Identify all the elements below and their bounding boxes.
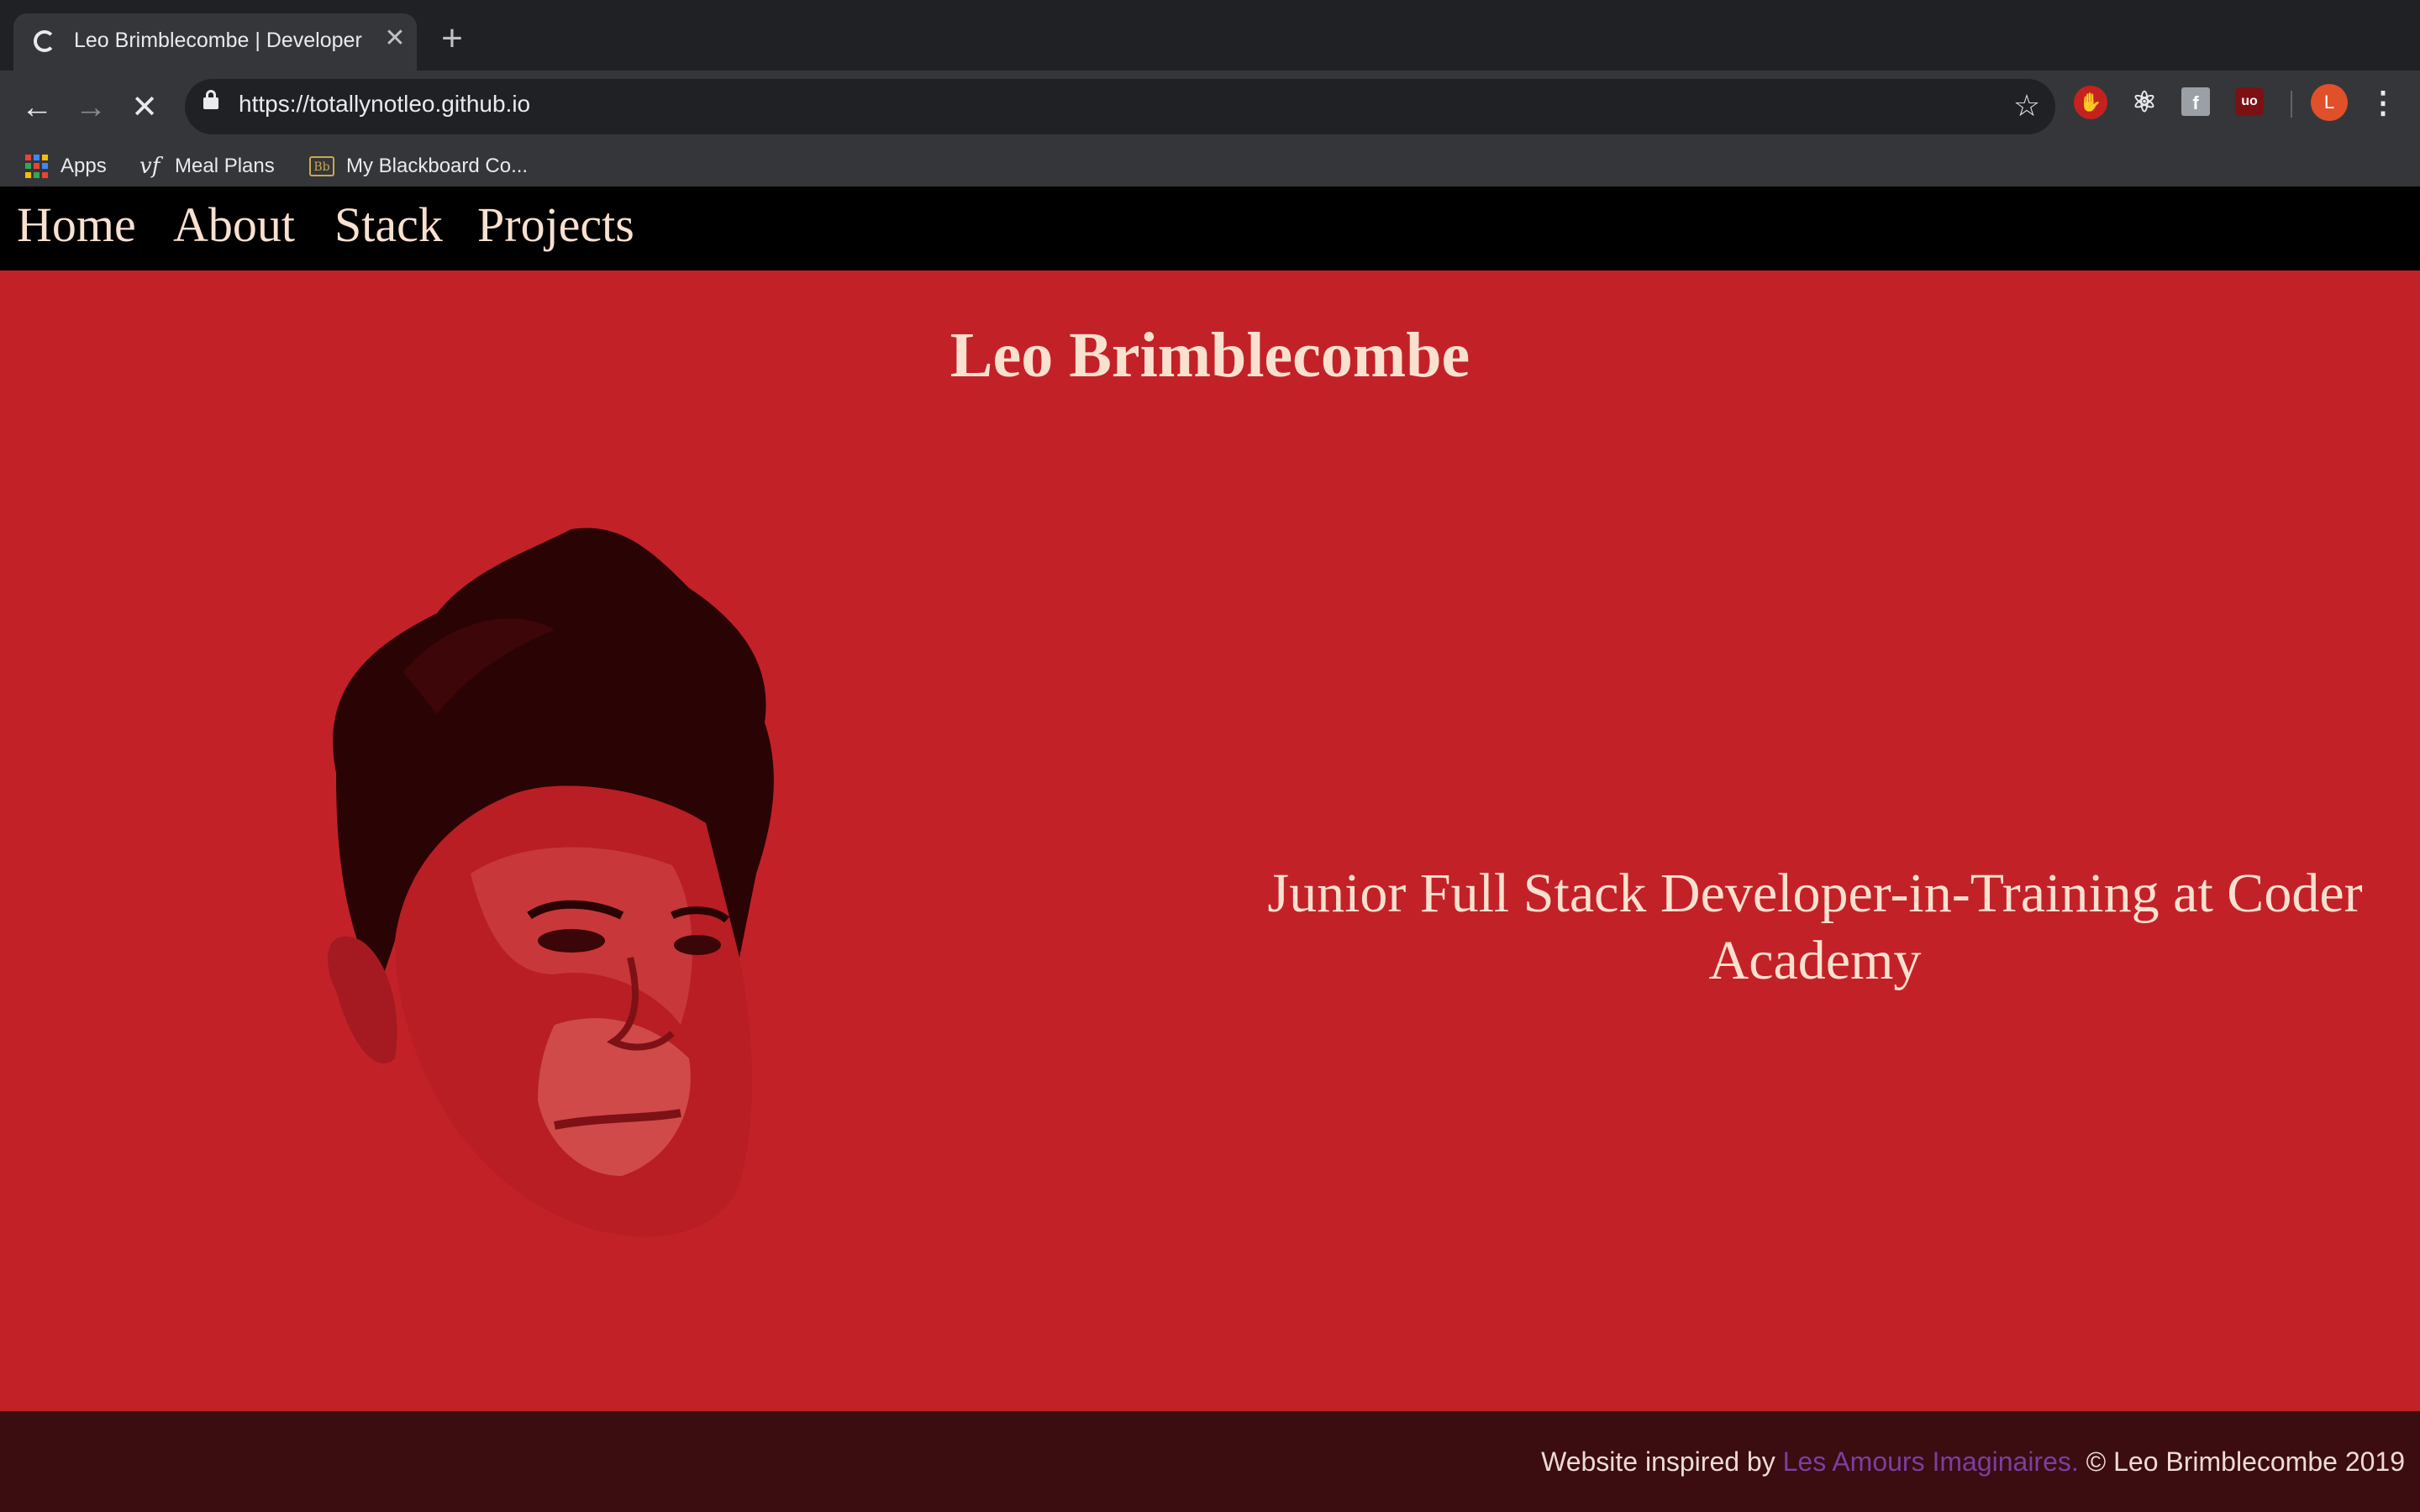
browser-menu-icon[interactable]: ⋮ (2368, 84, 2398, 121)
tab-title: Leo Brimblecombe | Developer (74, 29, 362, 52)
bookmark-label: Meal Plans (175, 155, 275, 177)
footer-text: Website inspired by Les Amours Imaginair… (1541, 1446, 2405, 1478)
react-devtools-icon[interactable]: ⚛ (2128, 86, 2161, 119)
bookmark-star-icon[interactable]: ☆ (2007, 86, 2047, 126)
new-tab-button[interactable]: + (435, 20, 469, 57)
nav-about-link[interactable]: About (173, 197, 295, 253)
bookmark-meal-plans[interactable]: vf Meal Plans (139, 141, 275, 192)
lock-icon (203, 90, 218, 109)
footer-inspiration-link[interactable]: Les Amours Imaginaires. (1783, 1446, 2079, 1477)
tab-close-icon[interactable]: ✕ (381, 25, 408, 52)
adblock-icon[interactable]: ✋ (2074, 86, 2107, 119)
bookmark-label: My Blackboard Co... (346, 155, 529, 177)
forward-arrow-icon[interactable]: → (71, 87, 111, 128)
portrait-image (328, 528, 774, 1237)
bookmark-label: Apps (60, 155, 107, 177)
bookmarks-bar: Apps vf Meal Plans Bb My Blackboard Co..… (0, 141, 2420, 192)
toolbar-divider (2291, 91, 2292, 118)
apps-grid-icon (25, 155, 49, 178)
nav-stack-link[interactable]: Stack (334, 197, 443, 253)
vf-icon: vf (139, 154, 160, 179)
page-title: Leo Brimblecombe (950, 320, 1470, 391)
loading-spinner-icon (34, 30, 55, 52)
hero-tagline: Junior Full Stack Developer-in-Training … (1267, 863, 2363, 991)
back-arrow-icon[interactable]: ← (17, 87, 57, 128)
blackboard-icon: Bb (309, 156, 334, 176)
profile-avatar[interactable]: L (2311, 84, 2348, 121)
browser-tab[interactable]: Leo Brimblecombe | Developer ✕ (13, 13, 417, 71)
browser-tabstrip: Leo Brimblecombe | Developer ✕ + (0, 0, 2420, 71)
url-text[interactable]: https://totallynotleo.github.io (239, 91, 530, 118)
address-bar[interactable]: https://totallynotleo.github.io ☆ (185, 79, 2055, 134)
footer-prefix: Website inspired by (1541, 1446, 1783, 1477)
ublock-icon[interactable]: uo (2235, 87, 2264, 116)
footer-copyright: © Leo Brimblecombe 2019 (2078, 1446, 2405, 1477)
bookmark-apps[interactable]: Apps (25, 141, 107, 192)
facebook-icon[interactable]: f (2181, 87, 2210, 116)
bookmark-blackboard[interactable]: Bb My Blackboard Co... (309, 141, 528, 192)
stop-loading-icon[interactable]: ✕ (124, 87, 165, 128)
footer: Website inspired by Les Amours Imaginair… (0, 1411, 2420, 1512)
browser-toolbar: ← → ✕ https://totallynotleo.github.io ☆ … (0, 71, 2420, 200)
nav-projects-link[interactable]: Projects (477, 197, 634, 253)
site-nav: Home About Stack Projects (0, 186, 2420, 270)
nav-home-link[interactable]: Home (17, 197, 136, 253)
